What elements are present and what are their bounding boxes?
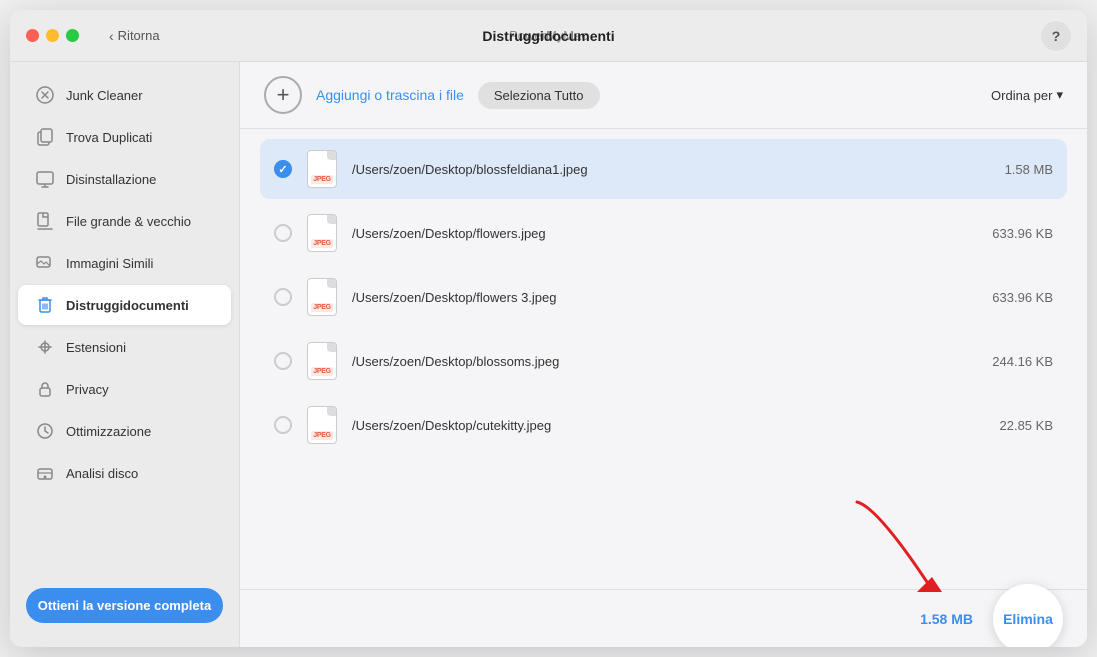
sidebar-item-junk-cleaner[interactable]: Junk Cleaner — [18, 75, 231, 115]
file-checkbox[interactable] — [274, 416, 292, 434]
delete-button[interactable]: Elimina — [993, 584, 1063, 648]
sort-label: Ordina per — [991, 88, 1052, 103]
bottom-bar: 1.58 MB Elimina — [240, 589, 1087, 647]
sidebar-item-immagini-simili[interactable]: Immagini Simili — [18, 243, 231, 283]
file-icon: JPEG — [304, 341, 340, 381]
main-content: + Aggiungi o trascina i file Seleziona T… — [240, 62, 1087, 647]
sidebar: Junk Cleaner Trova Duplicati — [10, 62, 240, 647]
file-icon: JPEG — [304, 277, 340, 317]
file-icon: JPEG — [304, 213, 340, 253]
sidebar-item-label: Privacy — [66, 382, 109, 397]
sidebar-item-label: Disinstallazione — [66, 172, 156, 187]
traffic-lights — [26, 29, 79, 42]
sidebar-item-label: Trova Duplicati — [66, 130, 152, 145]
sidebar-item-label: Analisi disco — [66, 466, 138, 481]
upgrade-button[interactable]: Ottieni la versione completa — [26, 588, 223, 623]
total-size-label: 1.58 MB — [920, 611, 973, 627]
file-checkbox[interactable] — [274, 224, 292, 242]
sidebar-item-label: Ottimizzazione — [66, 424, 151, 439]
back-label: Ritorna — [118, 28, 160, 43]
add-label[interactable]: Aggiungi o trascina i file — [316, 87, 464, 103]
back-button[interactable]: ‹ Ritorna — [109, 28, 160, 44]
titlebar: PowerMyMac ‹ Ritorna Distruggidocumenti … — [10, 10, 1087, 62]
titlebar-title: Distruggidocumenti — [482, 28, 614, 44]
file-size: 1.58 MB — [973, 162, 1053, 177]
file-type-label: JPEG — [311, 367, 332, 376]
sidebar-item-label: File grande & vecchio — [66, 214, 191, 229]
file-grande-icon — [34, 210, 56, 232]
file-list: JPEG /Users/zoen/Desktop/blossfeldiana1.… — [240, 129, 1087, 589]
app-window: PowerMyMac ‹ Ritorna Distruggidocumenti … — [10, 10, 1087, 647]
sidebar-item-label: Estensioni — [66, 340, 126, 355]
privacy-icon — [34, 378, 56, 400]
file-path: /Users/zoen/Desktop/blossfeldiana1.jpeg — [352, 162, 973, 177]
analisi-disco-icon — [34, 462, 56, 484]
sidebar-item-privacy[interactable]: Privacy — [18, 369, 231, 409]
back-chevron-icon: ‹ — [109, 28, 114, 44]
sidebar-item-label: Junk Cleaner — [66, 88, 143, 103]
file-size: 633.96 KB — [973, 290, 1053, 305]
table-row[interactable]: JPEG /Users/zoen/Desktop/flowers 3.jpeg … — [260, 267, 1067, 327]
file-size: 22.85 KB — [973, 418, 1053, 433]
distruggidocumenti-icon — [34, 294, 56, 316]
file-path: /Users/zoen/Desktop/blossoms.jpeg — [352, 354, 973, 369]
immagini-simili-icon — [34, 252, 56, 274]
file-type-label: JPEG — [311, 303, 332, 312]
table-row[interactable]: JPEG /Users/zoen/Desktop/blossfeldiana1.… — [260, 139, 1067, 199]
fullscreen-button[interactable] — [66, 29, 79, 42]
estensioni-icon — [34, 336, 56, 358]
table-row[interactable]: JPEG /Users/zoen/Desktop/blossoms.jpeg 2… — [260, 331, 1067, 391]
sidebar-item-label: Immagini Simili — [66, 256, 153, 271]
close-button[interactable] — [26, 29, 39, 42]
file-path: /Users/zoen/Desktop/flowers 3.jpeg — [352, 290, 973, 305]
sidebar-item-trova-duplicati[interactable]: Trova Duplicati — [18, 117, 231, 157]
sidebar-item-label: Distruggidocumenti — [66, 298, 189, 313]
file-type-label: JPEG — [311, 239, 332, 248]
disinstallazione-icon — [34, 168, 56, 190]
file-icon: JPEG — [304, 149, 340, 189]
add-button[interactable]: + — [264, 76, 302, 114]
sidebar-item-ottimizzazione[interactable]: Ottimizzazione — [18, 411, 231, 451]
ottimizzazione-icon — [34, 420, 56, 442]
file-size: 244.16 KB — [973, 354, 1053, 369]
file-path: /Users/zoen/Desktop/flowers.jpeg — [352, 226, 973, 241]
trova-duplicati-icon — [34, 126, 56, 148]
toolbar: + Aggiungi o trascina i file Seleziona T… — [240, 62, 1087, 129]
sidebar-item-distruggidocumenti[interactable]: Distruggidocumenti — [18, 285, 231, 325]
file-type-label: JPEG — [311, 431, 332, 440]
file-path: /Users/zoen/Desktop/cutekitty.jpeg — [352, 418, 973, 433]
sidebar-item-file-grande[interactable]: File grande & vecchio — [18, 201, 231, 241]
table-row[interactable]: JPEG /Users/zoen/Desktop/cutekitty.jpeg … — [260, 395, 1067, 455]
sidebar-footer: Ottieni la versione completa — [10, 576, 239, 635]
sort-button[interactable]: Ordina per ▾ — [991, 87, 1063, 103]
help-button[interactable]: ? — [1041, 21, 1071, 51]
sidebar-item-analisi-disco[interactable]: Analisi disco — [18, 453, 231, 493]
body: Junk Cleaner Trova Duplicati — [10, 62, 1087, 647]
file-size: 633.96 KB — [973, 226, 1053, 241]
table-row[interactable]: JPEG /Users/zoen/Desktop/flowers.jpeg 63… — [260, 203, 1067, 263]
file-checkbox[interactable] — [274, 288, 292, 306]
file-checkbox[interactable] — [274, 352, 292, 370]
sidebar-item-disinstallazione[interactable]: Disinstallazione — [18, 159, 231, 199]
junk-cleaner-icon — [34, 84, 56, 106]
file-checkbox[interactable] — [274, 160, 292, 178]
file-type-label: JPEG — [311, 175, 332, 184]
file-icon: JPEG — [304, 405, 340, 445]
sidebar-item-estensioni[interactable]: Estensioni — [18, 327, 231, 367]
minimize-button[interactable] — [46, 29, 59, 42]
select-all-button[interactable]: Seleziona Tutto — [478, 82, 600, 109]
sort-chevron-icon: ▾ — [1056, 87, 1063, 103]
